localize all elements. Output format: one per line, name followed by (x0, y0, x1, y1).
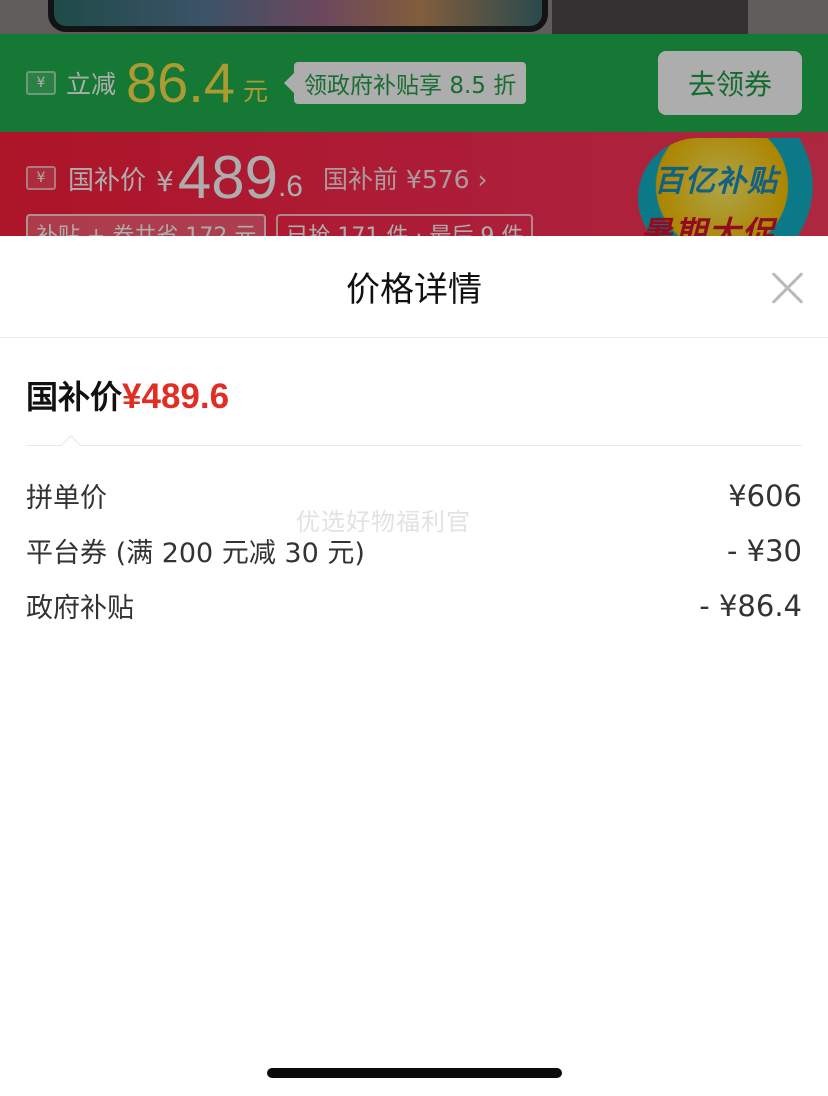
watermark: 优选好物福利官 (296, 508, 471, 536)
sheet-header: 价格详情 (0, 236, 828, 338)
price-detail-sheet: 价格详情 国补价 ¥489.6 拼单价 ¥606 平台券 (满 200 元减 3… (0, 236, 828, 1096)
divider-notch (61, 435, 81, 455)
home-indicator[interactable] (267, 1068, 562, 1078)
row-label: 拼单价 (26, 483, 107, 514)
row-value: - ¥86.4 (699, 588, 802, 623)
summary-amount: ¥489.6 (122, 377, 230, 416)
price-summary: 国补价 ¥489.6 (26, 372, 229, 418)
row-value: - ¥30 (726, 533, 802, 568)
row-value: ¥606 (728, 478, 802, 513)
close-icon[interactable] (770, 270, 806, 306)
background-product-page: ¥ 立减 86.4 元 领政府补贴享 8.5 折 去领券 ¥ 国补价 ¥ 489… (0, 0, 828, 236)
sheet-title: 价格详情 (346, 270, 482, 310)
divider (26, 445, 802, 446)
modal-overlay[interactable] (0, 0, 828, 236)
summary-label: 国补价 (26, 378, 123, 416)
price-breakdown: 拼单价 ¥606 平台券 (满 200 元减 30 元) - ¥30 政府补贴 … (26, 468, 802, 633)
row-label: 政府补贴 (26, 593, 134, 624)
breakdown-row-gov-subsidy: 政府补贴 - ¥86.4 (26, 578, 802, 633)
